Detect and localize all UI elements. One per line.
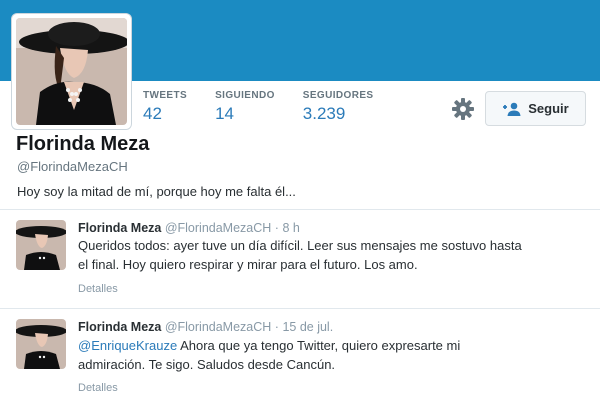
- gear-icon[interactable]: [451, 97, 475, 121]
- stat-followers[interactable]: SEGUIDORES 3.239: [303, 90, 374, 124]
- tweet-text: @EnriqueKrauze Ahora que ya tengo Twitte…: [78, 336, 590, 374]
- tweet-author-handle[interactable]: @FlorindaMezaCH: [165, 320, 271, 334]
- stat-value: 42: [143, 104, 162, 123]
- stat-value: 14: [215, 104, 234, 123]
- tweet-timestamp[interactable]: 8 h: [282, 221, 299, 235]
- tweet-author-name[interactable]: Florinda Meza: [78, 320, 161, 334]
- profile-avatar[interactable]: [11, 13, 132, 130]
- avatar-photo: [16, 18, 127, 125]
- stat-label: TWEETS: [143, 90, 188, 101]
- tweet-author-handle[interactable]: @FlorindaMezaCH: [165, 221, 271, 235]
- tweet-mention-link[interactable]: @EnriqueKrauze: [78, 338, 177, 353]
- stat-tweets[interactable]: TWEETS 42: [143, 90, 187, 124]
- tweet-avatar[interactable]: [16, 319, 66, 369]
- tweet-separator: ·: [274, 221, 279, 235]
- tweet-item[interactable]: Florinda Meza @FlorindaMezaCH · 8 h Quer…: [0, 210, 600, 308]
- add-user-icon: [503, 102, 521, 116]
- tweet-author-name[interactable]: Florinda Meza: [78, 221, 161, 235]
- follow-button[interactable]: Seguir: [485, 91, 586, 126]
- tweet-avatar[interactable]: [16, 220, 66, 270]
- follow-button-label: Seguir: [528, 101, 569, 116]
- tweet-separator: ·: [274, 320, 279, 334]
- tweet-header: Florinda Meza @FlorindaMezaCH · 8 h: [78, 221, 300, 235]
- profile-stats: TWEETS 42 SIGUIENDO 14 SEGUIDORES 3.239: [143, 90, 401, 124]
- tweet-details-link[interactable]: Detalles: [78, 283, 118, 295]
- stat-label: SEGUIDORES: [302, 90, 374, 101]
- profile-name[interactable]: Florinda Meza: [16, 133, 149, 156]
- tweet-text-line: admiración. Te sigo. Saludos desde Cancú…: [78, 357, 336, 372]
- stat-following[interactable]: SIGUIENDO 14: [215, 90, 275, 124]
- tweet-details-link[interactable]: Detalles: [78, 382, 118, 394]
- profile-handle[interactable]: @FlorindaMezaCH: [17, 159, 128, 174]
- tweet-header: Florinda Meza @FlorindaMezaCH · 15 de ju…: [78, 320, 333, 334]
- tweet-text-line: Queridos todos: ayer tuve un día difícil…: [78, 238, 522, 253]
- tweet-timestamp[interactable]: 15 de jul.: [282, 320, 333, 334]
- tweet-text-line: Ahora que ya tengo Twitter, quiero expre…: [177, 338, 461, 353]
- tweet-text: Queridos todos: ayer tuve un día difícil…: [78, 236, 590, 274]
- stat-value: 3.239: [302, 104, 346, 123]
- stat-label: SIGUIENDO: [215, 90, 275, 101]
- profile-bio: Hoy soy la mitad de mí, porque hoy me fa…: [17, 184, 296, 199]
- tweet-text-line: el final. Hoy quiero respirar y mirar pa…: [78, 257, 418, 272]
- tweet-item[interactable]: Florinda Meza @FlorindaMezaCH · 15 de ju…: [0, 309, 600, 400]
